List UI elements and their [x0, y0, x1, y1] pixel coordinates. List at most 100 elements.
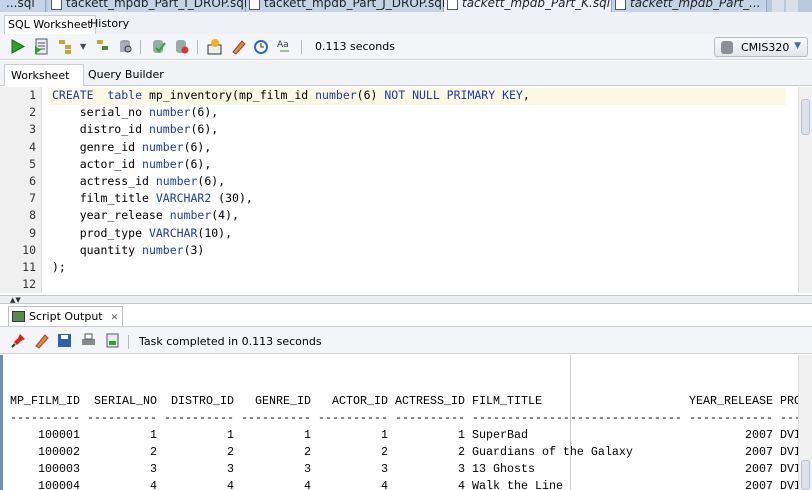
separator-dashes: ---------- — [318, 411, 388, 425]
sql-editor[interactable]: 1 2 3 4 5 6 7 8 9 10 11 12 CREATE table mp_inventor… — [0, 87, 812, 295]
output-cell: PRO — [780, 394, 798, 408]
doc-tab[interactable]: ...sql — [0, 0, 46, 12]
output-cell: 3 — [381, 462, 388, 476]
clear-eraser-icon[interactable] — [33, 332, 50, 349]
sql-keyword: number — [142, 139, 184, 154]
tab-worksheet[interactable]: Worksheet — [4, 64, 84, 86]
collapse-arrows-icon[interactable]: ▲▼ — [10, 296, 21, 304]
close-icon[interactable]: ✕ — [111, 313, 119, 323]
scrollbar-thumb[interactable] — [801, 460, 810, 490]
output-cell: 3 — [150, 462, 157, 476]
doc-tab-label: ...sql — [6, 0, 35, 10]
print-icon[interactable] — [80, 332, 97, 349]
output-cell: 2007 — [745, 445, 773, 459]
output-cell: 13 Ghosts — [472, 462, 535, 476]
output-cell: Guardians of the Galaxy — [472, 445, 633, 459]
script-output-icon — [12, 311, 25, 322]
run-script-icon[interactable] — [33, 38, 50, 55]
scroll-tabs-left-button[interactable] — [772, 0, 784, 12]
output-cell: 100002 — [38, 445, 80, 459]
output-toolbar: Task completed in 0.113 seconds — [0, 326, 812, 354]
doc-tab[interactable]: tackett_mpdb_Part_I_DROP.sql✕ — [48, 0, 261, 12]
output-cell: 4 — [227, 479, 234, 490]
separator-dashes: ------------------------------ — [472, 411, 682, 425]
line-number: 9 — [29, 225, 36, 240]
run-statement-icon[interactable] — [9, 38, 26, 55]
connection-select[interactable]: CMIS320 ▼ — [714, 37, 808, 57]
output-cell: 2 — [458, 445, 465, 459]
split-pane-divider[interactable]: ▲▼ — [0, 295, 812, 304]
worksheet-tabs: Worksheet Query Builder — [0, 61, 812, 86]
sql-tuning-icon[interactable] — [117, 38, 134, 55]
code-text: actress_id — [52, 174, 156, 188]
editor-vertical-scrollbar[interactable] — [798, 87, 812, 293]
output-cell: 2007 — [745, 479, 773, 490]
output-cell: 3 — [227, 462, 234, 476]
svg-text:Aa: Aa — [277, 40, 289, 50]
script-output-area[interactable]: MP_FILM_ID SERIAL_NO DISTRO_ID GENRE_ID ACTO… — [0, 355, 798, 490]
line-number: 6 — [29, 174, 36, 188]
toolbar-divider — [301, 40, 302, 54]
code-text: , — [522, 88, 530, 102]
tab-label: Script Output — [29, 310, 103, 323]
autotrace-icon[interactable] — [94, 38, 111, 55]
output-cell: 1 — [150, 428, 157, 442]
code-text: prod_type — [52, 225, 149, 240]
output-cell: 2 — [304, 445, 311, 459]
sql-keyword: number — [148, 105, 191, 120]
sql-keyword: table — [107, 88, 143, 102]
line-number-gutter: 1 2 3 4 5 6 7 8 9 10 11 12 — [0, 87, 42, 293]
document-tabs: ...sql tackett_mpdb_Part_I_DROP.sql✕ tac… — [0, 0, 812, 12]
output-vertical-scrollbar[interactable] — [798, 355, 812, 490]
chevron-down-icon[interactable]: ▼ — [80, 42, 86, 51]
code-text: (6), — [183, 139, 212, 154]
database-icon — [721, 41, 733, 54]
buffer-size-icon[interactable] — [104, 332, 121, 349]
tab-history[interactable]: History — [87, 15, 132, 34]
table-row: 100001 1 1 1 1 1 SuperBad 2007 DVI — [10, 428, 798, 445]
commit-icon[interactable] — [150, 38, 167, 55]
scrollbar-thumb[interactable] — [801, 99, 810, 135]
doc-tab[interactable]: tackett_mpdb_Part_... — [612, 0, 767, 12]
line-number: 10 — [22, 242, 36, 257]
output-header-row: MP_FILM_ID SERIAL_NO DISTRO_ID GENRE_ID ACTO… — [10, 394, 798, 411]
code-text: film_title — [52, 191, 156, 206]
code-text: (6), — [190, 122, 219, 137]
scroll-tabs-right-button[interactable] — [786, 0, 798, 12]
output-cell: 1 — [227, 428, 234, 442]
output-separator-row: ---------- ---------- ---------- ----------… — [10, 411, 798, 428]
tab-script-output[interactable]: Script Output ✕ — [8, 306, 124, 326]
code-text: actor_id — [52, 156, 143, 171]
tab-sql-worksheet[interactable]: SQL Worksheet — [4, 15, 96, 34]
output-cell: 100001 — [38, 428, 80, 442]
doc-tab[interactable]: tackett_mpdb_Part_J_DROP.sql✕ — [246, 0, 459, 12]
sql-history-icon[interactable] — [253, 38, 270, 55]
sql-keyword: VARCHAR — [148, 225, 198, 240]
output-cell: 2 — [227, 445, 234, 459]
pin-icon[interactable] — [10, 332, 27, 349]
table-row: 100002 2 2 2 2 2 Guardians of the Galaxy 2007 DV… — [10, 445, 798, 462]
code-text: genre_id — [52, 139, 143, 154]
output-cell: SERIAL_NO — [94, 394, 157, 408]
output-cell: YEAR_RELEASE — [689, 394, 773, 408]
line-number: 5 — [29, 156, 36, 171]
explain-plan-icon[interactable] — [57, 38, 74, 55]
line-number: 7 — [29, 191, 36, 206]
doc-tab-label: tackett_mpdb_Part_... — [630, 0, 761, 10]
rollback-icon[interactable] — [173, 38, 190, 55]
code-text: (4), — [211, 208, 239, 223]
toolbar-divider — [140, 40, 141, 54]
output-cell: 2 — [381, 445, 388, 459]
output-cell: Walk the Line — [472, 479, 563, 490]
sql-keyword: NOT NULL PRIMARY KEY — [384, 88, 523, 102]
unshared-sql-worksheet-icon[interactable] — [206, 38, 223, 55]
format-case-icon[interactable]: Aa — [276, 38, 293, 55]
output-cell: DVI — [780, 428, 798, 442]
code-text: (6), — [197, 174, 226, 188]
tab-query-builder[interactable]: Query Builder — [82, 64, 170, 86]
sql-keyword: number — [315, 88, 357, 102]
chevron-down-icon: ▼ — [794, 41, 801, 51]
clear-eraser-icon[interactable] — [230, 38, 247, 55]
doc-tab-active[interactable]: tackett_mpdb_Part_K.sql✕ — [444, 0, 624, 12]
save-icon[interactable] — [56, 332, 73, 349]
